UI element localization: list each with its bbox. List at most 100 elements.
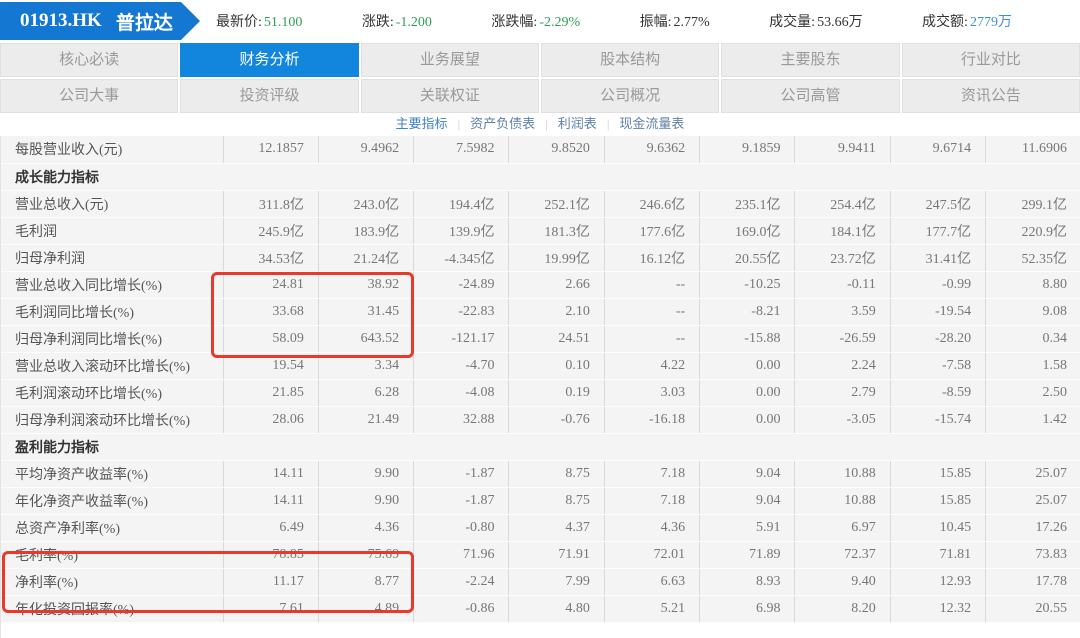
stock-quote-bar: 01913.HK 普拉达 最新价: 51.100 涨跌: -1.200 涨跌幅: -2.2… xyxy=(0,0,1080,42)
row-value: 177.7亿 xyxy=(889,217,986,245)
row-value: -3.05 xyxy=(794,406,891,434)
row-value: 12.93 xyxy=(889,568,986,596)
row-value: -16.18 xyxy=(603,406,700,434)
row-value: 9.90 xyxy=(317,460,414,488)
row-value: 4.37 xyxy=(508,514,605,542)
tab-business-outlook[interactable]: 业务展望 xyxy=(360,43,539,77)
row-value: 31.45 xyxy=(317,298,414,326)
row-value: 11.17 xyxy=(222,568,319,596)
row-value: 194.4亿 xyxy=(413,190,509,218)
row-value: 9.90 xyxy=(317,487,414,515)
row-value: 21.24亿 xyxy=(317,244,414,272)
row-value: 1.58 xyxy=(985,352,1080,380)
row-value: 177.6亿 xyxy=(603,217,700,245)
row-value: 25.07 xyxy=(985,460,1080,488)
row-value: 4.89 xyxy=(317,595,414,623)
tab-news-announcements[interactable]: 资讯公告 xyxy=(901,79,1080,113)
section-title: 成长能力指标 xyxy=(1,163,1080,191)
quote-field-amplitude: 振幅: 2.77% xyxy=(640,11,710,31)
quote-field-turnover: 成交额: 2779万 xyxy=(922,11,1012,31)
row-value: -4.70 xyxy=(413,352,509,380)
quote-fields: 最新价: 51.100 涨跌: -1.200 涨跌幅: -2.29% 振幅: 2.77% 成交量… xyxy=(200,11,1080,31)
subnav-key-indicators[interactable]: 主要指标 xyxy=(396,116,448,131)
quote-value-latest-price: 51.100 xyxy=(263,15,303,30)
row-value: 32.88 xyxy=(413,406,509,434)
row-value: -121.17 xyxy=(413,325,509,353)
row-label: 归母净利润同比增长(%) xyxy=(1,325,223,353)
row-value: -8.21 xyxy=(699,298,795,326)
row-value: 9.4962 xyxy=(317,136,414,164)
tab-investment-rating[interactable]: 投资评级 xyxy=(180,79,359,113)
row-value: 7.18 xyxy=(603,460,700,488)
row-value: 78.85 xyxy=(222,541,319,569)
row-value: 243.0亿 xyxy=(317,190,414,218)
row-value: -4.08 xyxy=(413,379,509,407)
row-value: 21.49 xyxy=(317,406,414,434)
row-value: -7.58 xyxy=(889,352,986,380)
tab-related-warrants[interactable]: 关联权证 xyxy=(360,79,539,113)
row-value: 4.80 xyxy=(508,595,605,623)
row-value: -22.83 xyxy=(413,298,509,326)
row-value: 16.12亿 xyxy=(603,244,700,272)
tab-company-executives[interactable]: 公司高管 xyxy=(721,79,900,113)
quote-label-amplitude: 振幅: xyxy=(639,15,672,30)
row-value: 10.45 xyxy=(889,514,986,542)
tab-industry-compare[interactable]: 行业对比 xyxy=(901,43,1080,77)
row-value: -4.345亿 xyxy=(413,244,509,272)
table-row: 毛利润滚动环比增长(%) 21.85 6.28 -4.08 0.19 3.03 0.00 2.… xyxy=(1,379,1080,407)
row-value: -26.59 xyxy=(794,325,891,353)
table-row: 归母净利润同比增长(%) 58.09 643.52 -121.17 24.51 -- -15… xyxy=(1,325,1080,353)
subnav-balance-sheet[interactable]: 资产负债表 xyxy=(470,116,535,131)
row-value: 252.1亿 xyxy=(508,190,605,218)
row-value: 9.6714 xyxy=(889,136,986,164)
row-value: 17.78 xyxy=(985,568,1080,596)
tab-core-reading[interactable]: 核心必读 xyxy=(0,43,179,77)
row-label: 营业总收入(元) xyxy=(1,190,223,218)
table-row: 归母净利润滚动环比增长(%) 28.06 21.49 32.88 -0.76 -16.18… xyxy=(1,406,1080,434)
row-value: 12.1857 xyxy=(222,136,319,164)
tab-equity-structure[interactable]: 股本结构 xyxy=(540,43,720,77)
row-value: 8.93 xyxy=(699,568,795,596)
row-label: 净利率(%) xyxy=(1,568,223,596)
row-value: -0.11 xyxy=(794,271,891,299)
row-value: -28.20 xyxy=(889,325,986,353)
subnav-income-statement[interactable]: 利润表 xyxy=(558,116,597,131)
row-value: 33.68 xyxy=(222,298,319,326)
row-value: 8.75 xyxy=(508,460,605,488)
quote-value-change-pct: -2.29% xyxy=(539,15,581,30)
row-value: 71.89 xyxy=(699,541,795,569)
row-value: 10.88 xyxy=(794,487,891,515)
financial-table: 每股营业收入(元) 12.1857 9.4962 7.5982 9.8520 9.6362… xyxy=(1,136,1080,623)
row-value: 7.61 xyxy=(222,595,319,623)
row-value: 14.11 xyxy=(222,487,319,515)
row-value: 71.96 xyxy=(413,541,509,569)
tab-financial-analysis[interactable]: 财务分析 xyxy=(180,43,359,77)
row-value: 2.50 xyxy=(985,379,1080,407)
table-row: 营业总收入同比增长(%) 24.81 38.92 -24.89 2.66 -- -10.25… xyxy=(1,271,1080,299)
row-value: 9.04 xyxy=(699,460,795,488)
row-value: -1.87 xyxy=(413,460,509,488)
quote-label-change-pct: 涨跌幅: xyxy=(491,15,538,30)
table-row: 净利率(%) 11.17 8.77 -2.24 7.99 6.63 8.93 9.40 12.9… xyxy=(1,568,1080,596)
quote-value-amplitude: 2.77% xyxy=(673,15,710,30)
row-value: -15.74 xyxy=(889,406,986,434)
row-value: -24.89 xyxy=(413,271,509,299)
row-value: 311.8亿 xyxy=(222,190,319,218)
row-value: 24.81 xyxy=(222,271,319,299)
table-row: 营业总收入滚动环比增长(%) 19.54 3.34 -4.70 0.10 4.22 0.00… xyxy=(1,352,1080,380)
row-value: 8.20 xyxy=(794,595,891,623)
tab-company-events[interactable]: 公司大事 xyxy=(0,79,179,113)
tab-company-profile[interactable]: 公司概况 xyxy=(540,79,720,113)
tab-major-shareholders[interactable]: 主要股东 xyxy=(721,43,900,77)
row-value: 14.11 xyxy=(222,460,319,488)
row-value: 9.08 xyxy=(985,298,1080,326)
row-value: 0.34 xyxy=(985,325,1080,353)
subnav-cash-flow[interactable]: 现金流量表 xyxy=(619,116,684,131)
row-label: 平均净资产收益率(%) xyxy=(1,460,223,488)
row-value: 254.4亿 xyxy=(794,190,891,218)
row-value: -0.86 xyxy=(413,595,509,623)
row-value: 2.24 xyxy=(794,352,891,380)
row-value: 8.75 xyxy=(508,487,605,515)
financial-table-wrap: 每股营业收入(元) 12.1857 9.4962 7.5982 9.8520 9.6362… xyxy=(0,136,1080,638)
row-value: 20.55亿 xyxy=(699,244,795,272)
